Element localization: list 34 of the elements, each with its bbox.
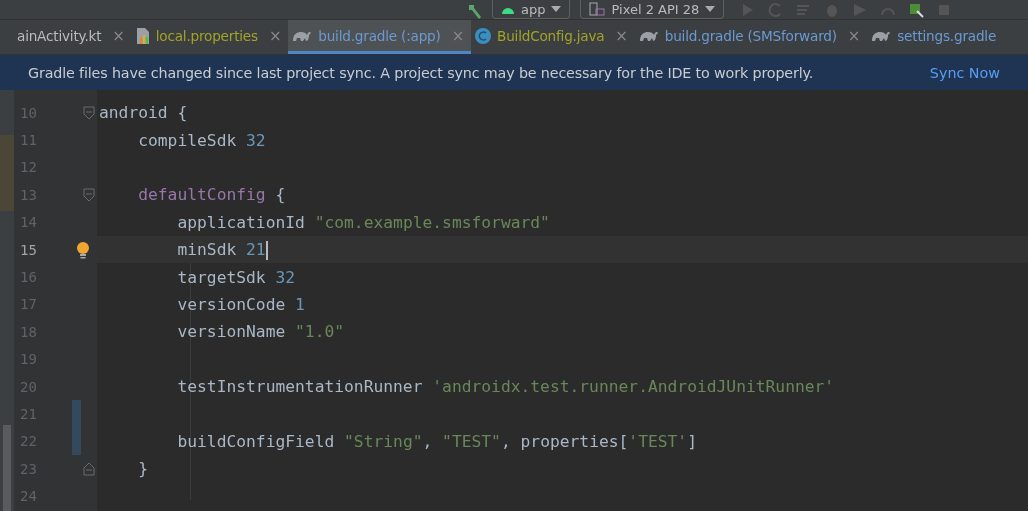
code-line: buildConfigField "String", "TEST", properties['TEST'] [176, 431, 697, 451]
code-line: applicationId "com.example.smsforward" [176, 212, 550, 232]
sync-message: Gradle files have changed since last project sync. A project sync may be necessary for the IDE to work properly. [28, 64, 815, 81]
attach-debugger-icon[interactable] [908, 1, 925, 18]
fold-icon[interactable] [83, 461, 95, 476]
editor-tab[interactable]: ainActivity.kt × [14, 20, 132, 54]
code-line: } [137, 459, 148, 479]
code-line: testInstrumentationRunner 'androidx.test.runner.AndroidJUnitRunner' [176, 377, 835, 397]
chart-file-icon [134, 26, 151, 45]
editor-tab[interactable]: local.properties × [131, 20, 289, 54]
line-number: 15 [19, 240, 38, 260]
fold-icon[interactable] [83, 105, 95, 120]
editor-tab[interactable]: BuildConfig.java × [471, 20, 635, 54]
code-line: defaultConfig { [137, 185, 286, 205]
sync-now-link[interactable]: Sync Now [929, 64, 1000, 81]
editor-tab[interactable]: build.gradle (SMSforward) × [634, 20, 868, 54]
lightbulb-icon[interactable] [75, 240, 91, 259]
code-line: targetSdk 32 [176, 267, 296, 287]
device-icon [589, 2, 606, 16]
editor-tab[interactable]: settings.gradle [867, 20, 1004, 54]
caret-icon [551, 6, 562, 12]
editor-tab[interactable]: build.gradle (:app) × [288, 20, 471, 54]
caret-icon [705, 6, 716, 12]
code-line: versionCode 1 [176, 294, 305, 314]
code-line: compileSdk 32 [137, 130, 266, 150]
class-icon [474, 26, 492, 45]
code-line: minSdk 21 [176, 239, 268, 260]
code-line: android { [99, 103, 188, 123]
code-line: versionName "1.0" [176, 322, 345, 342]
fold-icon[interactable] [83, 187, 95, 202]
device-dropdown[interactable]: Pixel 2 API 28 [580, 0, 725, 19]
scrollbar-thumb[interactable] [3, 425, 11, 511]
hammer-icon [466, 3, 484, 19]
run-config-dropdown[interactable]: app [492, 0, 571, 19]
